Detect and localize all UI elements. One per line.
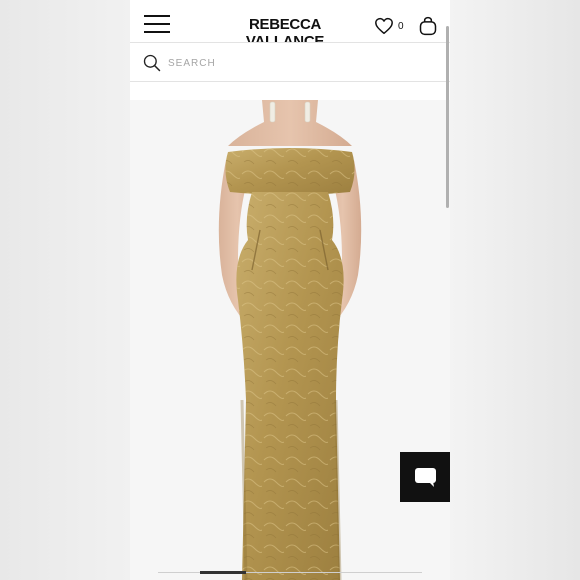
heart-icon[interactable] [374,17,394,35]
wishlist-count: 0 [398,21,404,32]
image-gallery-indicator[interactable] [130,570,450,574]
search-bar [130,42,450,82]
menu-icon[interactable] [144,15,172,35]
product-image[interactable] [130,100,450,580]
gallery-active-thumb[interactable] [200,571,246,574]
chat-bubble-icon [415,468,436,487]
search-icon[interactable] [142,53,162,73]
scrollbar[interactable] [446,26,449,208]
left-backdrop [0,0,130,580]
search-input[interactable] [166,52,430,74]
chat-button[interactable] [400,452,450,502]
site-header: REBECCA VALLANCE 0 [130,0,450,50]
right-backdrop [450,0,580,580]
bag-icon[interactable] [418,16,438,36]
gown-illustration [130,100,450,580]
gallery-track [158,572,422,573]
